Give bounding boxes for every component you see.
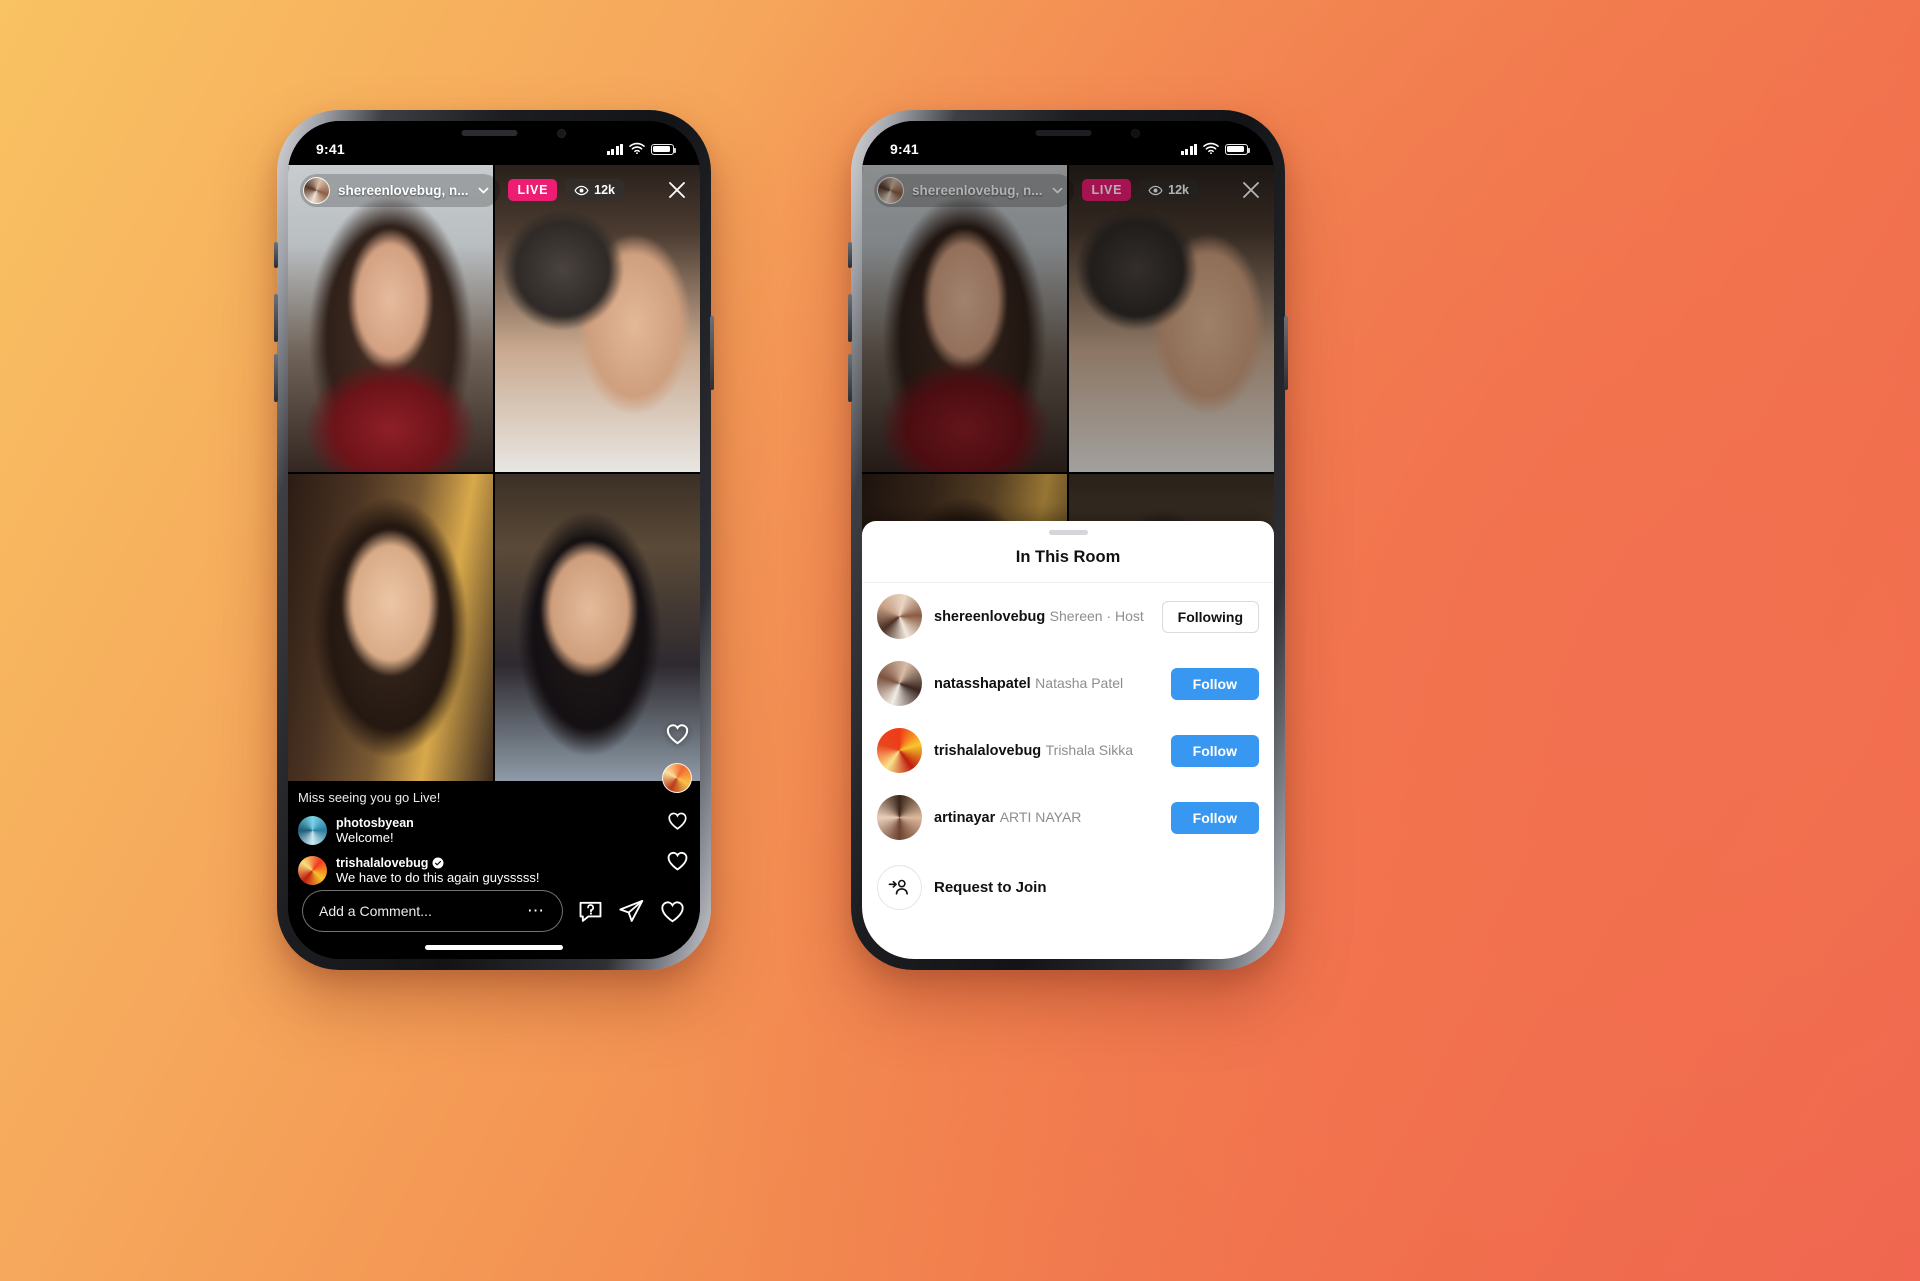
follow-button[interactable]: Follow (1170, 801, 1259, 834)
heart-icon (666, 809, 689, 832)
status-bar-left: 9:41 (288, 121, 700, 165)
comment-input[interactable]: Add a Comment... ⋯ (302, 890, 563, 932)
question-sticker-icon[interactable] (577, 898, 604, 925)
reaction-avatar-bubble (662, 763, 692, 793)
viewer-count-chip[interactable]: 12k (565, 178, 624, 202)
battery-icon (1225, 143, 1251, 155)
phone-left: shereenlovebug, n... LIVE 12k Miss seein… (274, 110, 714, 970)
comment-item[interactable]: photosbyean Welcome! (298, 816, 546, 845)
silent-switch[interactable] (274, 242, 278, 268)
video-tile-shereenlovebug[interactable] (288, 165, 493, 472)
comment-item[interactable]: trishalalovebug We have to do this again… (298, 856, 546, 885)
wifi-icon (1203, 141, 1219, 157)
close-icon[interactable] (666, 179, 688, 201)
comment-avatar (298, 816, 327, 845)
comment-text-0: Miss seeing you go Live! (298, 790, 441, 805)
participant-username: shereenlovebug (934, 608, 1046, 625)
heart-icon (664, 720, 691, 747)
power-button[interactable] (1284, 316, 1288, 390)
list-item[interactable]: trishalalovebug Trishala Sikka Follow (877, 717, 1259, 784)
comment-avatar (298, 856, 327, 885)
request-to-join-row[interactable]: Request to Join (877, 851, 1259, 910)
live-broadcast-screen: shereenlovebug, n... LIVE 12k Miss seein… (288, 121, 700, 959)
home-indicator[interactable] (425, 945, 563, 950)
host-name-label: shereenlovebug, n... (338, 182, 469, 198)
phone-left-screen: shereenlovebug, n... LIVE 12k Miss seein… (288, 121, 700, 959)
sheet-title: In This Room (1015, 548, 1121, 566)
participant-subtitle: Natasha Patel (1035, 674, 1124, 691)
power-button[interactable] (710, 316, 714, 390)
volume-up-button[interactable] (274, 294, 278, 342)
participant-subtitle: ARTI NAYAR (999, 808, 1082, 825)
participant-subtitle: Shereen · Host (1049, 607, 1144, 624)
home-indicator[interactable] (999, 945, 1137, 950)
eye-icon (574, 183, 589, 198)
heart-icon[interactable] (659, 898, 686, 925)
status-bar-time: 9:41 (890, 141, 919, 157)
live-bottom-bar: Add a Comment... ⋯ (288, 885, 700, 937)
avatar[interactable] (877, 728, 922, 773)
chevron-down-icon[interactable] (477, 184, 490, 197)
participant-username: natasshapatel (934, 675, 1031, 692)
reactions-stack (662, 720, 692, 873)
status-bar-right: 9:41 (862, 121, 1274, 165)
signal-bars-icon (1180, 143, 1197, 155)
avatar[interactable] (877, 661, 922, 706)
verified-badge-icon (432, 857, 444, 869)
silent-switch[interactable] (848, 242, 852, 268)
comment-username[interactable]: trishalalovebug (336, 856, 540, 870)
live-comments-list: Miss seeing you go Live! photosbyean Wel… (298, 790, 546, 885)
host-info-pill[interactable]: shereenlovebug, n... (300, 173, 500, 207)
live-header-bar: shereenlovebug, n... LIVE 12k (288, 169, 700, 211)
live-broadcast-screen: shereenlovebug, n... LIVE 12k In This Ro… (862, 121, 1274, 959)
follow-button[interactable]: Follow (1170, 734, 1259, 767)
host-avatar (303, 176, 330, 204)
in-this-room-sheet: In This Room shereenlovebug Shereen · Ho… (862, 521, 1274, 959)
signal-bars-icon (606, 143, 623, 155)
live-badge: LIVE (507, 179, 558, 201)
viewer-count-label: 12k (594, 183, 615, 197)
participant-username: artinayar (934, 809, 996, 826)
ellipsis-icon[interactable]: ⋯ (527, 902, 546, 919)
request-to-join-label: Request to Join (934, 879, 1047, 896)
status-bar-time: 9:41 (316, 141, 345, 157)
wifi-icon (629, 141, 645, 157)
avatar[interactable] (877, 594, 922, 639)
volume-down-button[interactable] (274, 354, 278, 402)
follow-button[interactable]: Follow (1170, 667, 1259, 700)
participant-username: trishalalovebug (934, 742, 1042, 759)
volume-down-button[interactable] (848, 354, 852, 402)
comment-text: We have to do this again guysssss! (336, 870, 540, 885)
list-item[interactable]: shereenlovebug Shereen · Host Following (877, 583, 1259, 650)
battery-icon (651, 143, 677, 155)
add-person-icon (877, 865, 922, 910)
video-tile-natasshapatel[interactable] (495, 165, 700, 472)
participant-subtitle: Trishala Sikka (1045, 741, 1134, 758)
comment-username[interactable]: photosbyean (336, 816, 414, 830)
comment-username-label: trishalalovebug (336, 856, 429, 870)
live-video-grid (288, 165, 700, 781)
list-item[interactable]: natasshapatel Natasha Patel Follow (877, 650, 1259, 717)
comment-text: Welcome! (336, 830, 394, 845)
heart-icon (665, 848, 690, 873)
phone-right: shereenlovebug, n... LIVE 12k In This Ro… (848, 110, 1288, 970)
following-button[interactable]: Following (1161, 600, 1259, 633)
paper-plane-icon[interactable] (618, 898, 645, 925)
video-tile-trishalalovebug[interactable] (288, 474, 493, 781)
list-item[interactable]: artinayar ARTI NAYAR Follow (877, 784, 1259, 851)
participant-list: shereenlovebug Shereen · Host Following … (862, 583, 1274, 910)
avatar[interactable] (877, 795, 922, 840)
volume-up-button[interactable] (848, 294, 852, 342)
comment-input-placeholder: Add a Comment... (319, 903, 432, 919)
phone-right-screen: shereenlovebug, n... LIVE 12k In This Ro… (862, 121, 1274, 959)
